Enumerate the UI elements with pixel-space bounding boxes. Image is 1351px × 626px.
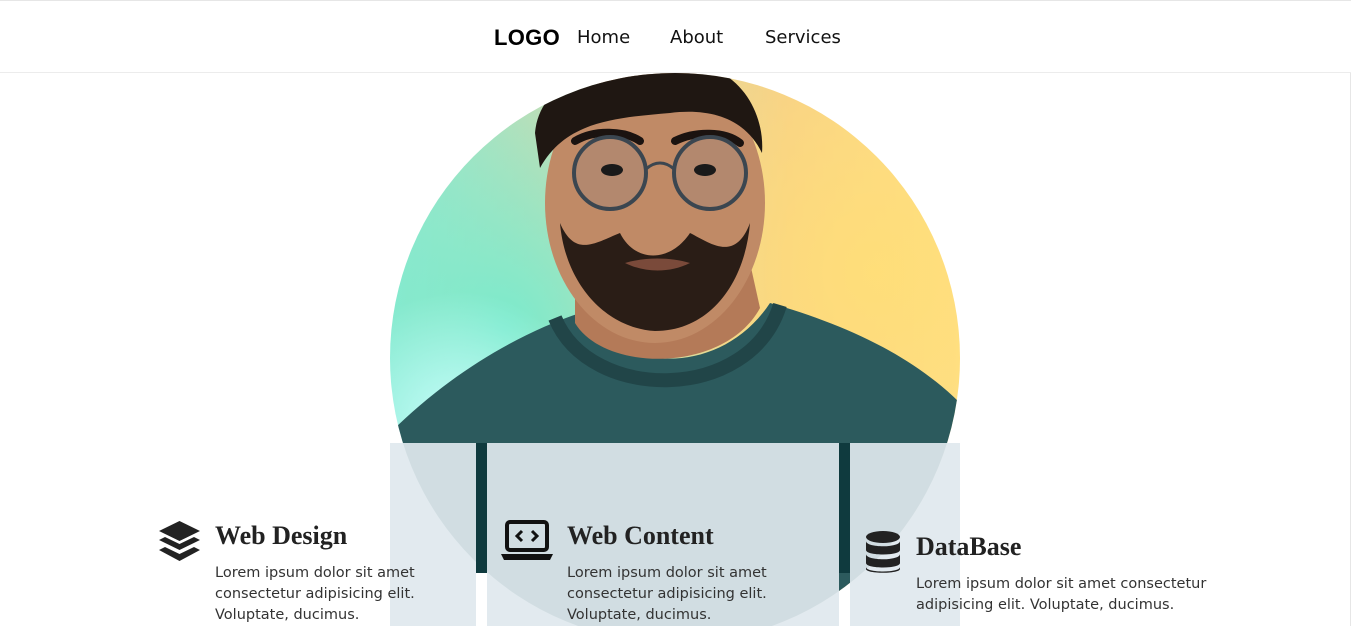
panel-divider [839, 443, 850, 573]
panel-divider [476, 443, 487, 573]
service-description: Lorem ipsum dolor sit amet consectetur a… [215, 565, 415, 623]
service-description: Lorem ipsum dolor sit amet consectetur a… [916, 576, 1207, 613]
layers-icon [158, 520, 201, 567]
navbar: LOGO Home About Services [0, 1, 1351, 73]
nav-link-services[interactable]: Services [765, 27, 841, 48]
laptop-code-icon [501, 520, 553, 567]
database-icon [865, 531, 901, 578]
nav-link-home[interactable]: Home [577, 27, 630, 48]
service-title: DataBase [916, 532, 1022, 561]
nav-link-about[interactable]: About [670, 27, 723, 48]
service-title: Web Content [567, 521, 714, 550]
service-title: Web Design [215, 521, 348, 550]
service-description: Lorem ipsum dolor sit amet consectetur a… [567, 565, 767, 623]
logo[interactable]: LOGO [494, 25, 560, 51]
